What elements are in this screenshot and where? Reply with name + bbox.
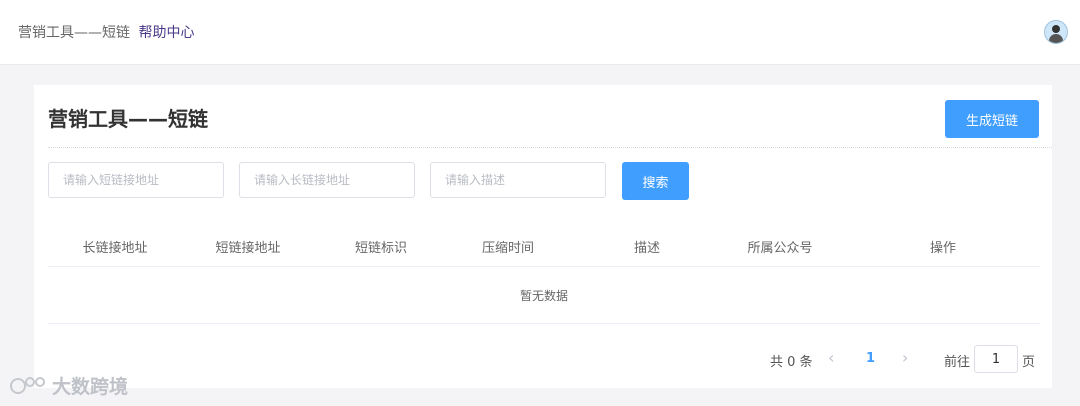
breadcrumb-current: 营销工具——短链 xyxy=(18,25,130,41)
table-header: 长链接地址 短链接地址 短链标识 压缩时间 描述 所属公众号 操作 xyxy=(48,225,1040,267)
chevron-right-icon[interactable]: › xyxy=(902,348,908,378)
generate-short-link-button[interactable]: 生成短链 xyxy=(945,100,1039,138)
column-header-actions: 操作 xyxy=(929,241,957,256)
column-header-long-url: 长链接地址 xyxy=(82,241,148,256)
page-title: 营销工具——短链 xyxy=(48,107,208,131)
table-empty-row: 暂无数据 xyxy=(48,267,1040,324)
user-avatar-icon[interactable] xyxy=(1044,20,1068,44)
short-url-input[interactable] xyxy=(48,162,224,198)
avatar-body-shape xyxy=(1049,34,1063,43)
pagination-page-suffix: 页 xyxy=(1022,355,1036,370)
help-center-link[interactable]: 帮助中心 xyxy=(138,25,194,41)
watermark: 大数跨境 xyxy=(8,372,128,399)
top-bar: 营销工具——短链 帮助中心 xyxy=(0,0,1080,65)
chevron-left-icon[interactable]: ‹ xyxy=(828,348,834,378)
empty-data-text: 暂无数据 xyxy=(519,289,568,303)
long-url-input[interactable] xyxy=(239,162,415,198)
pagination-page-1[interactable]: 1 xyxy=(866,351,875,381)
column-header-official-account: 所属公众号 xyxy=(747,241,813,256)
column-header-short-url: 短链接地址 xyxy=(215,241,281,256)
ice-cream-logo-icon xyxy=(10,376,45,394)
description-input[interactable] xyxy=(430,162,606,198)
search-button[interactable]: 搜索 xyxy=(622,162,689,200)
column-header-short-id: 短链标识 xyxy=(354,241,408,256)
breadcrumb: 营销工具——短链 帮助中心 xyxy=(18,22,194,42)
pagination-goto-label: 前往 xyxy=(944,355,971,370)
pagination-total: 共 0 条 xyxy=(770,355,813,370)
column-header-compress-time: 压缩时间 xyxy=(481,241,535,256)
title-divider xyxy=(48,147,1052,148)
pagination-jump-input[interactable] xyxy=(974,345,1018,373)
main-card: 营销工具——短链 生成短链 搜索 长链接地址 短链接地址 短链标识 压缩时间 描… xyxy=(34,85,1052,388)
avatar-head-shape xyxy=(1052,25,1060,33)
column-header-description: 描述 xyxy=(633,241,661,256)
watermark-text: 大数跨境 xyxy=(52,376,129,398)
